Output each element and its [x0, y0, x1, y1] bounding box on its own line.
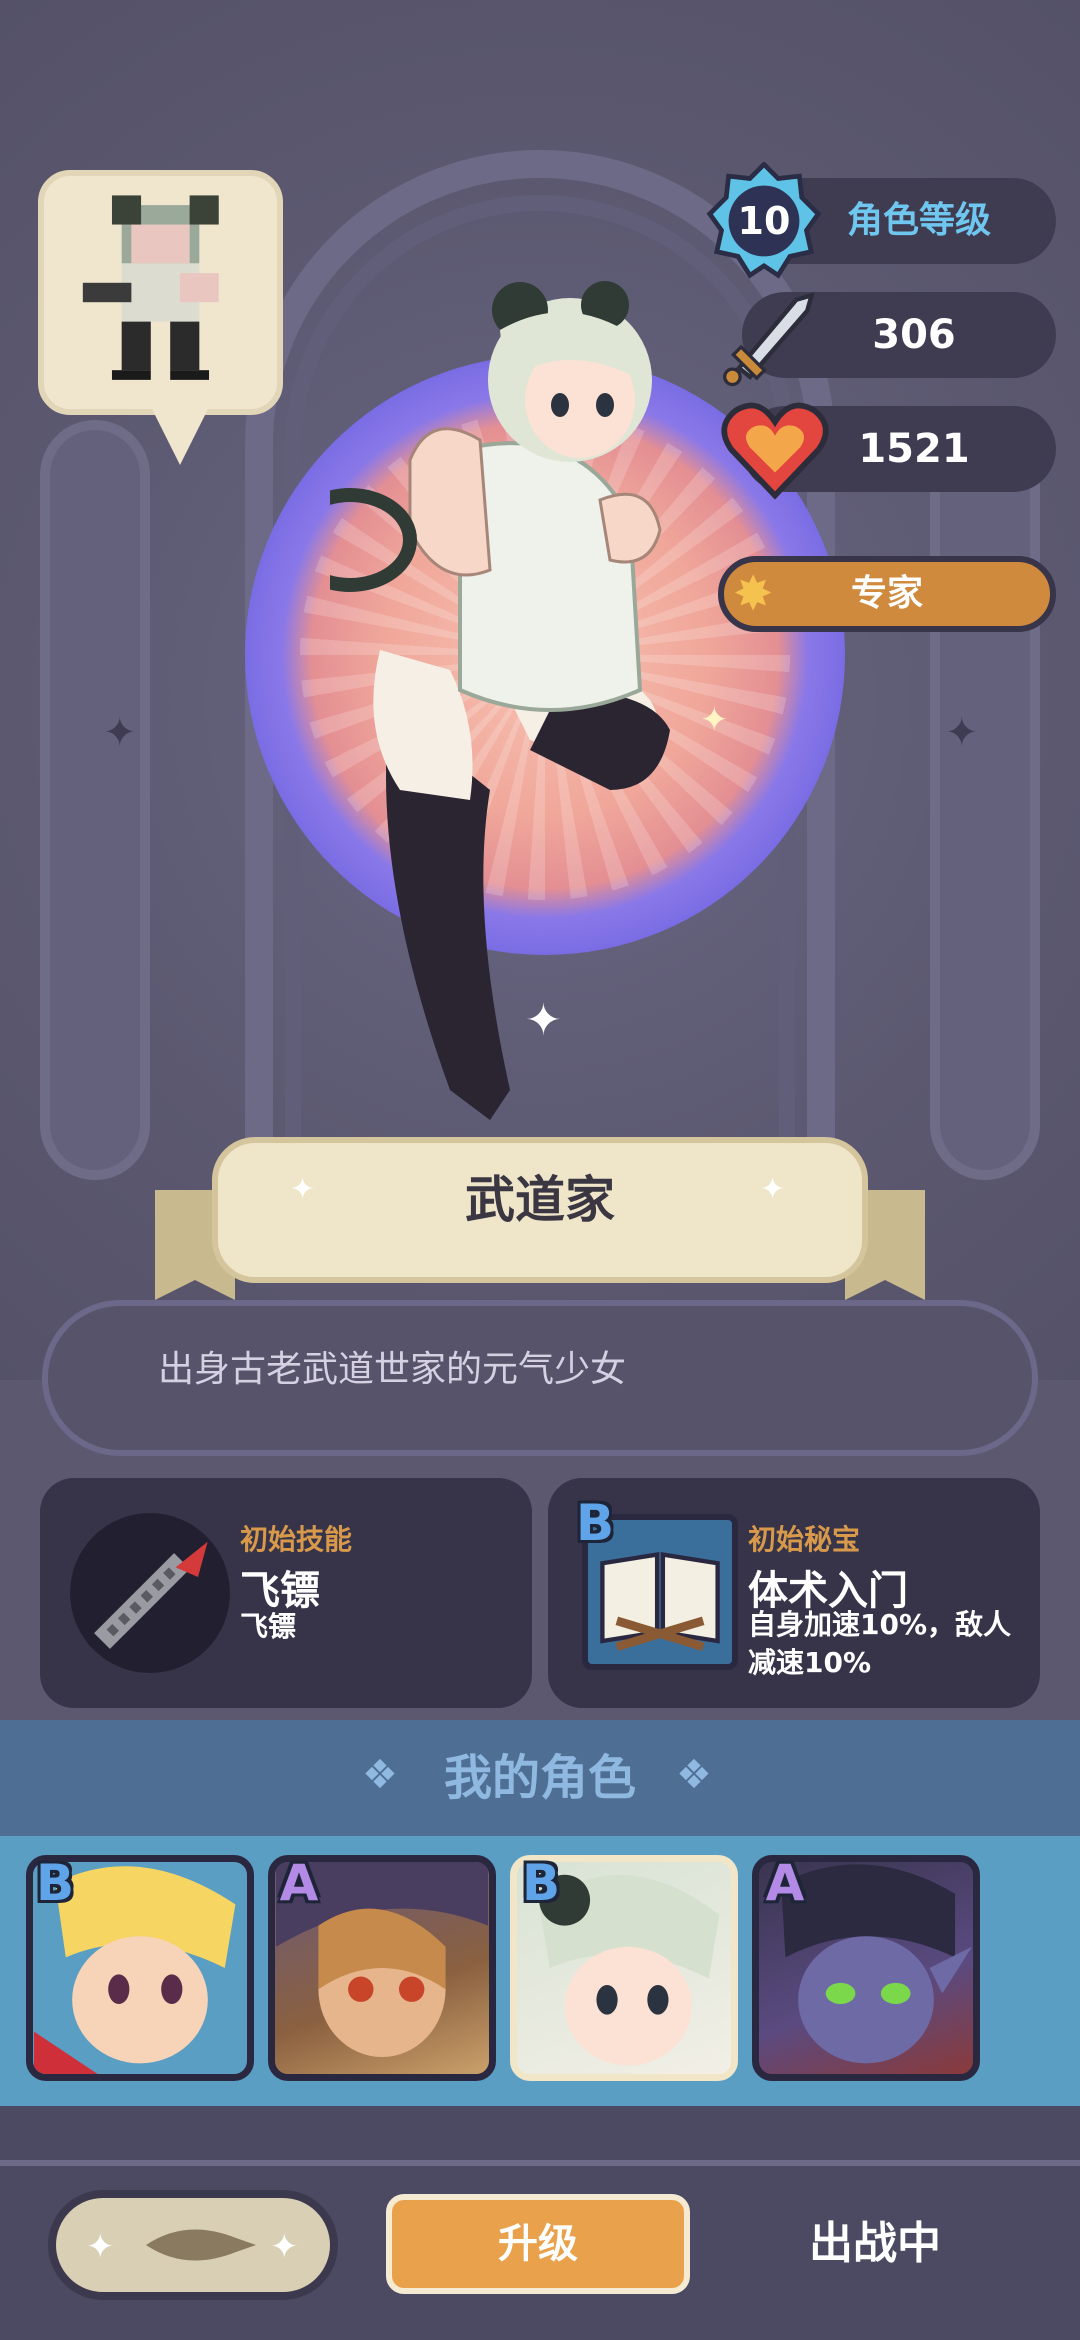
martial-artist-character: [330, 281, 670, 1120]
heart-icon: [721, 402, 829, 500]
treasure-sub: 自身加速10%，敌人减速10%: [748, 1608, 1012, 1679]
left-pillar-decoration: [40, 420, 150, 1180]
bubble-tail: [150, 405, 210, 465]
back-arrow-icon: ✦ ✦: [86, 2227, 299, 2267]
right-pillar-decoration: [930, 420, 1040, 1180]
pixel-avatar-bubble: [38, 170, 283, 415]
deployed-status: 出战中: [809, 2218, 941, 2269]
treasure-label: 初始秘宝: [748, 1523, 861, 1556]
rank-label: 专家: [850, 573, 923, 614]
level-number: 10: [737, 199, 791, 243]
hero-name: 武道家: [465, 1171, 615, 1229]
hero-description: 出身古老武道世家的元气少女: [158, 1349, 627, 1390]
pixel-character-icon: [82, 195, 219, 380]
initial-skill-card[interactable]: 初始技能 飞镖 飞镖: [40, 1478, 532, 1708]
upgrade-label: 升级: [498, 2221, 578, 2267]
skill-sub: 飞镖: [240, 1610, 297, 1643]
sparkle-icon: ✦: [945, 710, 979, 756]
back-button[interactable]: ✦ ✦: [48, 2190, 338, 2300]
grade-badge: A: [765, 1854, 805, 1912]
svg-text:✦: ✦: [270, 2227, 299, 2267]
sword-icon: [723, 292, 815, 387]
footer-divider: [0, 2160, 1080, 2166]
my-characters-title: 我的角色: [443, 1750, 636, 1806]
grade-badge: B: [575, 1494, 615, 1552]
sparkle-icon: ✦: [103, 710, 137, 756]
initial-treasure-card[interactable]: B 初始秘宝 体术入门 自身加速10%，敌人减速10%: [548, 1478, 1040, 1708]
dart-icon: [70, 1513, 230, 1673]
svg-text:✦: ✦: [86, 2227, 115, 2267]
grade-badge: B: [35, 1854, 75, 1912]
grade-badge: B: [521, 1854, 561, 1912]
grade-badge: A: [279, 1854, 319, 1912]
skill-label: 初始技能: [240, 1523, 353, 1556]
